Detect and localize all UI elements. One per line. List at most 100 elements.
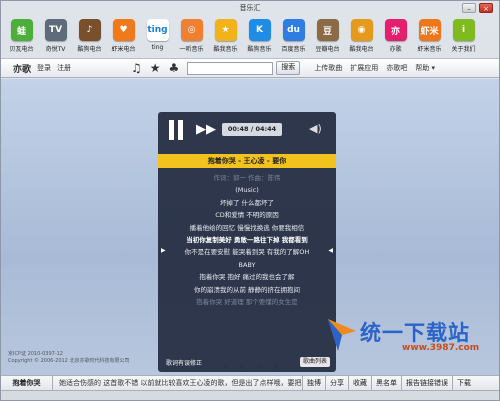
star-icon[interactable]: ★ [150, 61, 161, 75]
tv-icon: TV [44, 19, 67, 41]
kugou-icon: K [248, 19, 271, 41]
pager: ◀ ▲ ≡ ▶ [217, 361, 285, 373]
app-item[interactable]: 亦亦歌 [379, 17, 412, 57]
app-item[interactable]: 豆豆瓣电台 [311, 17, 344, 57]
close-button[interactable]: × [479, 3, 493, 13]
lyric-line: 你不是在要安慰 能哭着到哭 有我的了解OH [184, 248, 310, 257]
lyrics-panel: 作词：郭一 作曲：陈伟 (Music) 坏掉了 什么都坏了 CD和爱情 不明的原因 播着… [158, 172, 336, 308]
login-link[interactable]: 登录 [37, 63, 51, 73]
next-icon[interactable]: ▶ [273, 361, 279, 373]
app-item[interactable]: ★ 酷我音乐 [209, 17, 242, 57]
lyric-line: 抱着你哭 抱好 痛过的我也会了解 [199, 273, 295, 282]
footer-line: 京ICP证 2010-0397-12 [8, 351, 63, 357]
chevron-down-icon: ▾ [431, 64, 436, 72]
clover-icon[interactable]: ♣ [169, 61, 180, 75]
window-controls: – × [462, 3, 493, 13]
watermark: 统一下载站 www.3987.com [326, 315, 496, 359]
app-label: 百度音乐 [281, 46, 306, 53]
app-item[interactable]: 虾米 虾米音乐 [413, 17, 446, 57]
app-label: 酷我电台 [349, 46, 374, 53]
pause-button[interactable] [169, 120, 187, 140]
bottom-button-report[interactable]: 报告链接错误 [402, 376, 453, 390]
bottom-comment: 她适合伤感的 这首歌不错 以前就比较喜欢王心凌的歌，但是出了点样哦，要把握 [53, 376, 303, 390]
douban-icon: 豆 [316, 19, 339, 41]
yiting-icon: ◎ [180, 19, 203, 41]
lyric-line: (Music) [235, 186, 259, 195]
app-item[interactable]: du 百度音乐 [277, 17, 310, 57]
baidu-icon: du [282, 19, 305, 41]
bottom-button-share[interactable]: 分享 [326, 376, 349, 390]
frog-icon: 蛙 [10, 19, 33, 41]
main-area: ▶▶ 00:48 / 04:44 ◀) 抱着你哭 - 王心凌 - 要你 ▶ ◀ … [1, 79, 499, 375]
prev-icon[interactable]: ◀ [222, 361, 228, 373]
player-controls: ▶▶ 00:48 / 04:44 ◀) [158, 112, 336, 146]
help-link[interactable]: 帮助 ▾ [415, 63, 435, 73]
lyric-line: 坏掉了 什么都坏了 [219, 198, 275, 207]
lyric-line: 你的崩溃我的从前 静静的挤在拥抱间 [193, 285, 301, 294]
search-input[interactable] [187, 61, 274, 75]
register-link[interactable]: 注册 [57, 63, 71, 73]
watermark-logo-icon [328, 319, 356, 351]
volume-icon[interactable]: ◀) [309, 122, 322, 135]
lyric-line: 抱着你哭 好道理 那个要懂的女生是 [196, 298, 298, 307]
app-label: ting [151, 44, 164, 51]
footer-info: 京ICP证 2010-0397-12 Copyright © 2006-2012… [8, 351, 129, 365]
app-item[interactable]: i 关于我们 [447, 17, 480, 57]
app-item[interactable]: ting ting [141, 17, 174, 57]
app-label: 贝瓦电台 [9, 46, 34, 53]
pause-bar-icon [169, 120, 174, 140]
footer-line: Copyright © 2006-2012 北京亦歌时代科技有限公司 [8, 358, 130, 364]
lyric-line: BABY [238, 260, 256, 269]
app-item[interactable]: TV 奇悦TV [39, 17, 72, 57]
now-playing: 抱着你哭 - 王心凌 - 要你 [158, 154, 336, 168]
music-note-icon[interactable]: ♫ [131, 61, 142, 75]
info-icon: i [452, 19, 475, 41]
ting-icon: ting [146, 19, 169, 41]
window-title: 音乐汇 [239, 4, 261, 12]
lyric-line: 播着他给的回忆 慢慢找换逃 你要我相信 [189, 223, 305, 232]
nav-icons: ♫ ★ ♣ [131, 61, 179, 75]
lyric-line: 作词：郭一 作曲：陈伟 [213, 174, 281, 182]
minimize-button[interactable]: – [462, 3, 476, 13]
upload-link[interactable]: 上传歌曲 [314, 63, 342, 73]
menu-icon[interactable]: ≡ [256, 361, 263, 373]
bottom-bar: 抱着你哭 她适合伤感的 这首歌不错 以前就比较喜欢王心凌的歌，但是出了点样哦，要… [1, 375, 499, 391]
radio-icon: ♪ [78, 19, 101, 41]
bottom-button-blacklist[interactable]: 黑名单 [372, 376, 402, 390]
xiami-icon: 虾米 [418, 19, 441, 41]
app-label: 虾米音乐 [417, 46, 442, 53]
brand-name: 亦歌 [13, 64, 32, 75]
time-display: 00:48 / 04:44 [222, 123, 282, 136]
search-button[interactable]: 搜索 [276, 61, 301, 75]
app-label: 酷狗音乐 [247, 46, 272, 53]
bottom-button-weibo[interactable]: 独博 [303, 376, 326, 390]
lyric-fix-link[interactable]: 歌词有误修正 [166, 358, 202, 367]
kuwo-radio-icon: ◉ [350, 19, 373, 41]
app-label: 亦歌 [389, 46, 402, 53]
extensions-link[interactable]: 扩展应用 [350, 63, 378, 73]
bottom-button-favorite[interactable]: 收藏 [349, 376, 372, 390]
app-item[interactable]: ◉ 酷我电台 [345, 17, 378, 57]
up-icon[interactable]: ▲ [239, 361, 245, 373]
yige-bar-link[interactable]: 亦歌吧 [386, 63, 407, 73]
bottom-song-title: 抱着你哭 [1, 376, 53, 390]
app-label: 关于我们 [451, 46, 476, 53]
nav-right-links: 上传歌曲 扩展应用 亦歌吧 帮助 ▾ [314, 63, 435, 73]
app-label: 一听音乐 [179, 46, 204, 53]
player-panel: ▶▶ 00:48 / 04:44 ◀) 抱着你哭 - 王心凌 - 要你 ▶ ◀ … [158, 112, 336, 372]
app-icon-bar: 蛙贝瓦电台 TV 奇悦TV ♪ 酷狗电台 ♥ 虾米电台 ting ting ◎ 一听音乐 ★ 酷我音乐 K… [5, 17, 495, 57]
app-window: 音乐汇 – × 蛙贝瓦电台 TV 奇悦TV ♪ 酷狗电台 ♥ 虾米电台 ting ting ◎ 一听… [0, 0, 500, 401]
current-lyric-line: 当初你复制美好 勇敢一路往下掉 我都看到 [186, 236, 308, 245]
kuwo-icon: ★ [214, 19, 237, 41]
next-track-icon[interactable]: ▶▶ [196, 122, 216, 137]
pause-bar-icon [178, 120, 183, 140]
app-item[interactable]: K 酷狗音乐 [243, 17, 276, 57]
app-item[interactable]: 蛙贝瓦电台 [5, 17, 38, 57]
title-bar: 音乐汇 – × [1, 1, 499, 15]
app-item[interactable]: ◎ 一听音乐 [175, 17, 208, 57]
app-label: 豆瓣电台 [315, 46, 340, 53]
app-item[interactable]: ♪ 酷狗电台 [73, 17, 106, 57]
app-label: 奇悦TV [45, 46, 66, 53]
app-item[interactable]: ♥ 虾米电台 [107, 17, 140, 57]
bottom-button-download[interactable]: 下载 [453, 376, 475, 390]
